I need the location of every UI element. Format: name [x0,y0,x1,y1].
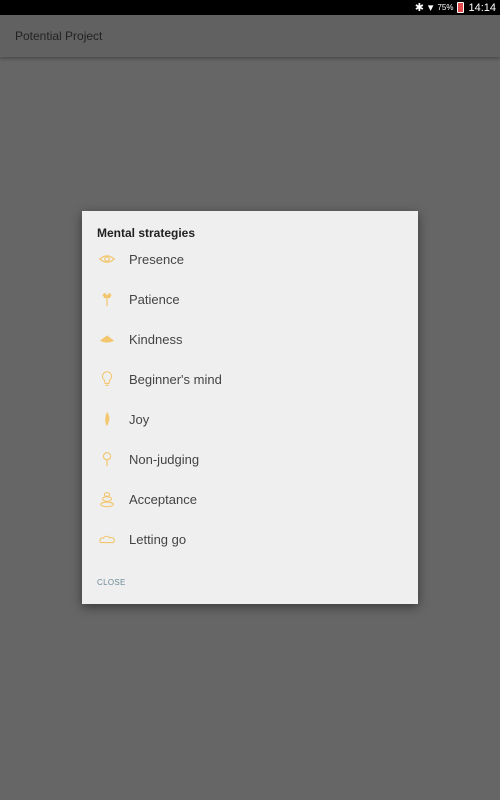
app-bar: Potential Project [0,15,500,57]
eye-icon [97,249,117,269]
strategy-label: Non-judging [129,451,200,467]
lotus-icon [97,329,117,349]
wifi-icon: ▾ [427,2,434,14]
clock: 14:14 [468,1,496,14]
bluetooth-icon: ✱ [414,2,424,14]
sprout-icon [97,449,117,469]
strategy-item-beginners-mind[interactable]: Beginner's mind [97,359,403,399]
strategy-item-patience[interactable]: Patience [97,279,403,319]
strategy-label: Acceptance [129,491,197,507]
status-bar: ✱ ▾ 75% 14:14 [0,0,500,15]
strategy-item-joy[interactable]: Joy [97,399,403,439]
strategy-item-letting-go[interactable]: Letting go [97,519,403,559]
stacked-stones-icon [97,489,117,509]
strategy-label: Beginner's mind [129,371,222,387]
strategy-label: Letting go [129,531,187,547]
strategy-list: Presence Patience Kindness Beginner's mi… [97,239,403,559]
strategy-label: Kindness [129,331,183,347]
lightbulb-icon [97,369,117,389]
strategy-label: Presence [129,251,184,267]
mental-strategies-dialog: Mental strategies Presence Patience Kind… [82,211,418,604]
close-button[interactable]: CLOSE [97,578,126,587]
strategy-label: Patience [129,291,180,307]
strategy-item-non-judging[interactable]: Non-judging [97,439,403,479]
battery-percent: 75% [437,3,454,12]
clouds-icon [97,529,117,549]
flower-icon [97,289,117,309]
strategy-item-acceptance[interactable]: Acceptance [97,479,403,519]
strategy-label: Joy [129,411,150,427]
flame-icon [97,409,117,429]
strategy-item-kindness[interactable]: Kindness [97,319,403,359]
battery-charging-icon [457,2,465,13]
strategy-item-presence[interactable]: Presence [97,239,403,279]
app-title: Potential Project [15,29,103,43]
